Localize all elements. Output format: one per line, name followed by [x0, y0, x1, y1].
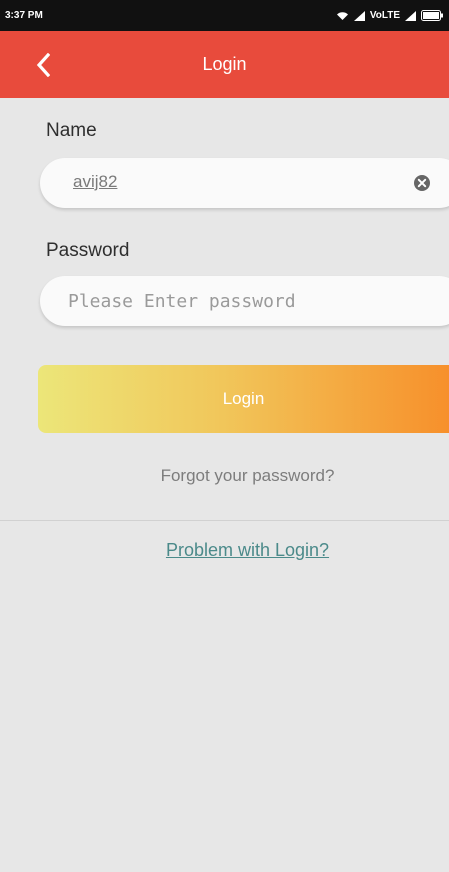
name-value[interactable]: avij82 [73, 172, 117, 192]
login-button[interactable]: Login [38, 365, 449, 433]
name-field[interactable]: avij82 [40, 158, 449, 208]
password-input[interactable] [68, 276, 428, 326]
password-label: Password [46, 240, 130, 261]
clear-button[interactable] [413, 174, 431, 192]
battery-icon [421, 10, 443, 21]
page-title: Login [202, 54, 247, 74]
name-label: Name [46, 120, 97, 141]
problem-with-login-link[interactable]: Problem with Login? [0, 540, 449, 561]
status-bar: 3:37 PM VoLTE [0, 0, 449, 31]
forgot-password-link[interactable]: Forgot your password? [0, 466, 449, 486]
app-bar: Login [0, 31, 449, 98]
signal-icon [405, 10, 416, 21]
signal-icon [353, 10, 365, 21]
status-time: 3:37 PM [5, 10, 43, 21]
wifi-icon [336, 11, 348, 20]
clear-icon [414, 175, 430, 191]
network-label: VoLTE [369, 10, 400, 21]
password-field[interactable] [40, 276, 449, 326]
divider [0, 520, 449, 521]
status-icons: VoLTE [336, 10, 443, 21]
